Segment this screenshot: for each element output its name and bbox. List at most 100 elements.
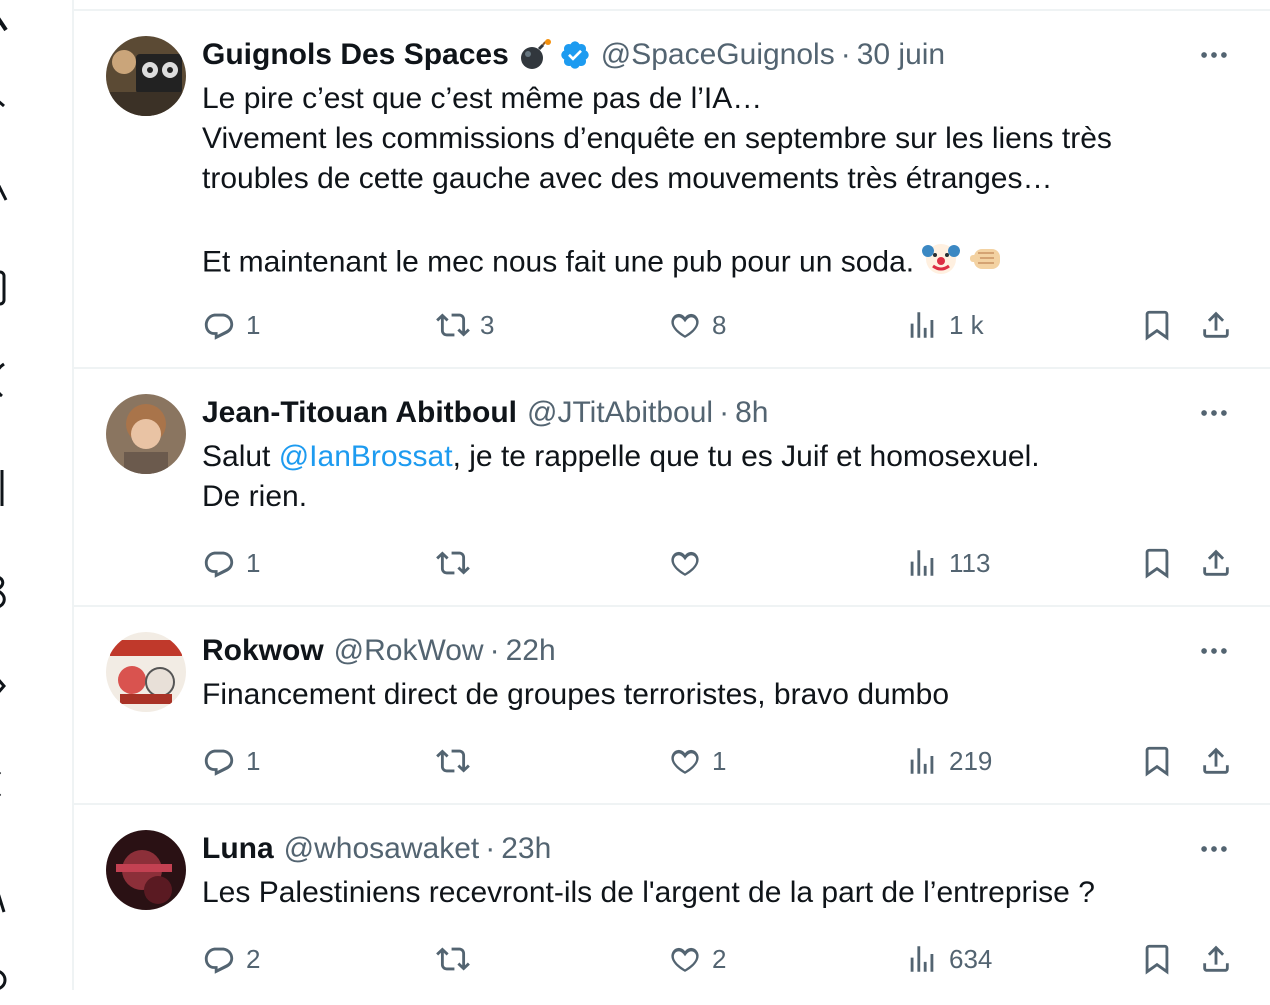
share-icon[interactable]: [1199, 305, 1233, 345]
separator-dot: ·: [719, 396, 730, 429]
timestamp[interactable]: 23h: [501, 832, 551, 866]
tweet-jean-titouan[interactable]: Jean-Titouan Abitboul @JTitAbitboul · 8h…: [74, 369, 1270, 607]
reply-button[interactable]: 1: [202, 543, 260, 583]
tweet-text-line: Vivement les commissions d’enquête en se…: [202, 122, 1112, 155]
user-handle[interactable]: @RokWow: [334, 634, 484, 668]
like-count: 8: [712, 309, 727, 340]
retweet-button[interactable]: 3: [436, 305, 494, 345]
reply-count: 1: [246, 309, 261, 340]
reply-count: 1: [246, 547, 261, 578]
verified-badge-icon[interactable]: [559, 39, 591, 71]
more-options-icon[interactable]: [1194, 631, 1234, 671]
reply-count: 1: [246, 745, 261, 776]
user-handle[interactable]: @JTitAbitboul: [527, 396, 713, 430]
views-button[interactable]: 634: [905, 939, 992, 979]
tweet-guignols[interactable]: Guignols Des Spaces @SpaceGuignols · 30 …: [74, 11, 1270, 369]
tweet-header: Luna @whosawaket · 23h: [202, 829, 551, 869]
replies-feed: Guignols Des Spaces @SpaceGuignols · 30 …: [74, 0, 1270, 990]
tweet-header: Guignols Des Spaces @SpaceGuignols · 30 …: [202, 35, 945, 75]
nav-notifications-icon[interactable]: [0, 268, 16, 308]
nav-premium-icon[interactable]: [0, 764, 16, 804]
tweet-text-blank-line: [202, 199, 1202, 239]
tweet-header: Rokwow @RokWow · 22h: [202, 631, 556, 671]
like-count: 2: [712, 943, 727, 974]
views-count: 113: [949, 547, 991, 578]
display-name[interactable]: Luna: [202, 832, 274, 866]
left-nav-sidebar: [0, 0, 74, 990]
tweet-text-line: Financement direct de groupes terroriste…: [202, 678, 950, 711]
retweet-button[interactable]: [436, 741, 480, 781]
nav-search-icon[interactable]: [0, 166, 16, 206]
reply-count: 2: [246, 943, 261, 974]
retweet-button[interactable]: [436, 939, 480, 979]
tweet-text-span: Et maintenant le mec nous fait une pub p…: [202, 245, 915, 279]
tweet-actions: 2 2 634: [202, 939, 1242, 979]
tweet-actions: 1 1 219: [202, 741, 1242, 781]
tweet-text-line: Le pire c’est que c’est même pas de l’IA…: [202, 82, 763, 115]
nav-x-logo-icon[interactable]: [0, 0, 16, 40]
clown-face-icon: [922, 239, 961, 288]
separator-dot: ·: [485, 832, 496, 865]
tweet-text: Les Palestiniens recevront-ils de l'arge…: [202, 873, 1202, 913]
avatar[interactable]: [106, 36, 186, 116]
tweet-text: Le pire c’est que c’est même pas de l’IA…: [202, 79, 1202, 288]
nav-bookmarks-icon[interactable]: [0, 572, 16, 612]
mention-link[interactable]: @IanBrossat: [279, 440, 453, 473]
views-button[interactable]: 219: [905, 741, 992, 781]
nav-more-icon[interactable]: [0, 960, 16, 1000]
tweet-luna[interactable]: Luna @whosawaket · 23h Les Palestiniens …: [74, 805, 1270, 1005]
retweet-count: 3: [480, 309, 495, 340]
share-icon[interactable]: [1199, 741, 1233, 781]
user-handle[interactable]: @SpaceGuignols: [601, 38, 835, 72]
retweet-button[interactable]: [436, 543, 480, 583]
more-options-icon[interactable]: [1194, 829, 1234, 869]
tweet-text: Financement direct de groupes terroriste…: [202, 675, 1202, 715]
tweet-actions: 1 3 8 1 k: [202, 305, 1242, 345]
timestamp[interactable]: 8h: [735, 396, 768, 430]
more-options-icon[interactable]: [1194, 393, 1234, 433]
like-button[interactable]: [668, 543, 712, 583]
display-name[interactable]: Jean-Titouan Abitboul: [202, 396, 517, 430]
views-button[interactable]: 1 k: [905, 305, 984, 345]
tweet-header: Jean-Titouan Abitboul @JTitAbitboul · 8h: [202, 393, 768, 433]
bookmark-icon[interactable]: [1140, 939, 1174, 979]
like-button[interactable]: 8: [668, 305, 726, 345]
nav-messages-icon[interactable]: [0, 468, 16, 508]
bookmark-icon[interactable]: [1140, 305, 1174, 345]
display-name[interactable]: Rokwow: [202, 634, 324, 668]
bookmark-icon[interactable]: [1140, 543, 1174, 583]
reply-button[interactable]: 2: [202, 939, 260, 979]
like-button[interactable]: 2: [668, 939, 726, 979]
nav-profile-icon[interactable]: [0, 876, 16, 916]
pointing-fist-icon: [968, 239, 1006, 288]
avatar[interactable]: [106, 394, 186, 474]
reply-button[interactable]: 1: [202, 741, 260, 781]
tweet-text-line: Les Palestiniens recevront-ils de l'arge…: [202, 876, 1095, 909]
tweet-actions: 1 113: [202, 543, 1242, 583]
tweet-text-line: Salut @IanBrossat, je te rappelle que tu…: [202, 437, 1202, 477]
avatar[interactable]: [106, 830, 186, 910]
user-handle[interactable]: @whosawaket: [284, 832, 480, 866]
nav-communities-icon[interactable]: [0, 664, 16, 704]
display-name[interactable]: Guignols Des Spaces: [202, 38, 509, 72]
more-options-icon[interactable]: [1194, 35, 1234, 75]
bomb-icon: [517, 38, 551, 72]
tweet-rokwow[interactable]: Rokwow @RokWow · 22h Financement direct …: [74, 607, 1270, 805]
avatar[interactable]: [106, 632, 186, 712]
like-count: 1: [712, 745, 727, 776]
views-button[interactable]: 113: [905, 543, 990, 583]
views-count: 1 k: [949, 309, 984, 340]
share-icon[interactable]: [1199, 543, 1233, 583]
reply-button[interactable]: 1: [202, 305, 260, 345]
separator-dot: ·: [489, 634, 500, 667]
tweet-text-span: , je te rappelle que tu es Juif et homos…: [452, 440, 1040, 473]
share-icon[interactable]: [1199, 939, 1233, 979]
tweet-text: Salut @IanBrossat, je te rappelle que tu…: [202, 437, 1202, 517]
nav-home-icon[interactable]: [0, 82, 16, 122]
views-count: 634: [949, 943, 993, 974]
timestamp[interactable]: 30 juin: [857, 38, 945, 72]
timestamp[interactable]: 22h: [506, 634, 556, 668]
bookmark-icon[interactable]: [1140, 741, 1174, 781]
like-button[interactable]: 1: [668, 741, 726, 781]
nav-grok-icon[interactable]: [0, 360, 16, 400]
